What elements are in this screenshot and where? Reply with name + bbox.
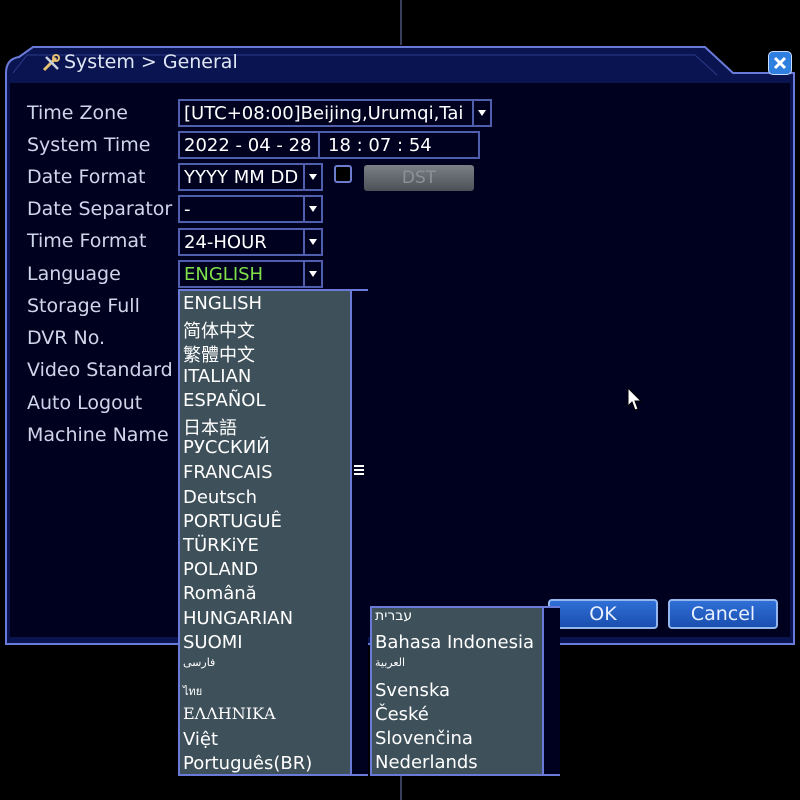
language-option[interactable]: РУССКИЙ xyxy=(183,437,270,458)
language-option[interactable]: Slovenčina xyxy=(375,728,473,749)
time-format-value: 24-HOUR xyxy=(184,232,267,253)
label-auto-logout: Auto Logout xyxy=(27,392,143,414)
chevron-down-icon[interactable] xyxy=(472,101,490,125)
chevron-down-icon[interactable] xyxy=(303,165,321,189)
chevron-down-icon[interactable] xyxy=(303,197,321,221)
language-dropdown-list[interactable]: ENGLISH 简体中文 繁體中文 ITALIAN ESPAÑOL 日本語 РУ… xyxy=(178,289,368,776)
language-dropdown-list-column-2[interactable]: עברית Bahasa Indonesia العربية Svenska Č… xyxy=(370,606,560,776)
language-option[interactable]: POLAND xyxy=(183,559,258,580)
dst-checkbox[interactable] xyxy=(334,165,352,183)
label-system-time: System Time xyxy=(27,134,151,156)
background-line-top xyxy=(400,0,402,45)
cancel-button[interactable]: Cancel xyxy=(668,599,778,629)
language-option[interactable]: HUNGARIAN xyxy=(183,608,293,629)
language-list-scrollbar[interactable] xyxy=(350,291,368,774)
language-option[interactable]: PORTUGUÊ xyxy=(183,511,282,532)
language-option[interactable]: ENGLISH xyxy=(183,293,262,314)
time-format-select[interactable]: 24-HOUR xyxy=(178,228,323,256)
language-option[interactable]: فارسی xyxy=(183,656,215,669)
mouse-pointer-icon xyxy=(627,387,643,411)
chevron-down-icon[interactable] xyxy=(303,230,321,254)
system-time-field[interactable]: 2022 - 04 - 28 18 : 07 : 54 xyxy=(178,131,480,159)
language-option[interactable]: עברית xyxy=(375,608,412,624)
label-time-zone: Time Zone xyxy=(27,102,128,124)
scroll-grip-icon[interactable] xyxy=(354,473,364,475)
language-option[interactable]: Română xyxy=(183,583,257,604)
system-clock-value: 18 : 07 : 54 xyxy=(328,135,432,156)
language-option[interactable]: ESPAÑOL xyxy=(183,390,265,411)
label-language: Language xyxy=(27,263,121,285)
scroll-grip-icon[interactable] xyxy=(354,469,364,471)
window-title: System > General xyxy=(64,51,238,73)
language-option[interactable]: Deutsch xyxy=(183,487,257,508)
language-option[interactable]: Português(BR) xyxy=(183,753,312,774)
language-option[interactable]: FRANCAIS xyxy=(183,462,273,483)
language-value: ENGLISH xyxy=(184,264,264,285)
close-icon xyxy=(773,56,787,70)
language-select[interactable]: ENGLISH xyxy=(178,260,323,288)
time-zone-value: [UTC+08:00]Beijing,Urumqi,Tai xyxy=(184,103,464,124)
language-option[interactable]: SUOMI xyxy=(183,632,243,653)
close-button[interactable] xyxy=(768,51,792,75)
chevron-down-icon[interactable] xyxy=(303,262,321,286)
label-dvr-no: DVR No. xyxy=(27,327,106,349)
label-video-standard: Video Standard xyxy=(27,359,173,381)
scroll-grip-icon[interactable] xyxy=(354,465,364,467)
date-time-divider xyxy=(318,133,320,157)
date-separator-value: - xyxy=(184,199,191,220)
date-separator-select[interactable]: - xyxy=(178,195,323,223)
language-option[interactable]: 繁體中文 xyxy=(183,341,255,367)
background-line-bottom xyxy=(400,775,402,800)
label-date-format: Date Format xyxy=(27,166,146,188)
language-option[interactable]: Việt xyxy=(183,729,218,750)
label-date-separator: Date Separator xyxy=(27,198,173,220)
wrench-screwdriver-icon xyxy=(42,54,60,72)
language-option[interactable]: České xyxy=(375,704,429,725)
time-zone-select[interactable]: [UTC+08:00]Beijing,Urumqi,Tai xyxy=(178,99,492,127)
language-option[interactable]: ไทย xyxy=(183,682,202,700)
language-option[interactable]: Svenska xyxy=(375,680,450,701)
language-option[interactable]: العربية xyxy=(375,656,405,669)
language-option[interactable]: Nederlands xyxy=(375,752,478,773)
date-format-select[interactable]: YYYY MM DD xyxy=(178,163,323,191)
dst-button[interactable]: DST xyxy=(364,165,474,191)
label-machine-name: Machine Name xyxy=(27,424,169,446)
date-format-value: YYYY MM DD xyxy=(184,167,299,188)
language-option[interactable]: TÜRKiYE xyxy=(183,535,259,556)
label-time-format: Time Format xyxy=(27,230,147,252)
label-storage-full: Storage Full xyxy=(27,295,140,317)
language-option[interactable]: ITALIAN xyxy=(183,366,251,387)
language-option[interactable]: Bahasa Indonesia xyxy=(375,632,534,653)
language-option[interactable]: 简体中文 xyxy=(183,317,255,343)
ok-button[interactable]: OK xyxy=(548,599,658,629)
language-list-2-scrollbar[interactable] xyxy=(542,608,560,774)
system-date-value: 2022 - 04 - 28 xyxy=(184,135,312,156)
language-option[interactable]: ΕΛΛΗΝΙΚΑ xyxy=(183,704,276,723)
